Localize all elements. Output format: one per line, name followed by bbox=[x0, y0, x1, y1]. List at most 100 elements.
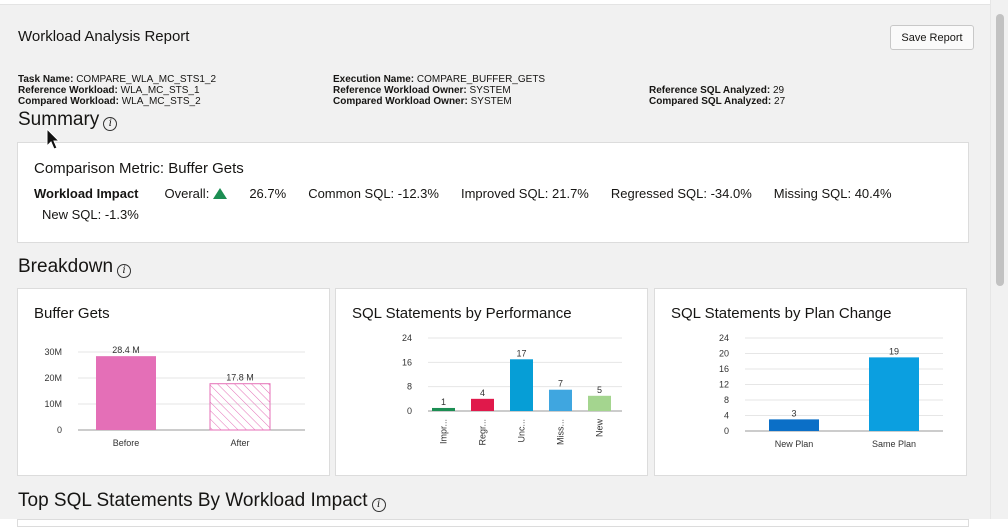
sql-meta-column: Reference SQL Analyzed: 29 Compared SQL … bbox=[649, 85, 785, 107]
x-tick-label: Before bbox=[113, 438, 140, 448]
execution-name-label: Execution Name: bbox=[333, 74, 415, 85]
reference-owner-label: Reference Workload Owner: bbox=[333, 85, 467, 96]
compared-workload-row: Compared Workload: WLA_MC_STS_2 bbox=[18, 96, 216, 107]
bar bbox=[549, 389, 572, 411]
top-sql-heading: Top SQL Statements By Workload Impact i bbox=[18, 490, 386, 512]
execution-meta-column: Execution Name: COMPARE_BUFFER_GETS Refe… bbox=[333, 74, 545, 107]
chart-title: SQL Statements by Performance bbox=[352, 305, 572, 322]
reference-owner-value: SYSTEM bbox=[469, 85, 511, 96]
mouse-cursor-icon bbox=[46, 128, 61, 150]
performance-card: SQL Statements by Performance 0 8 16 24 1 Imp… bbox=[335, 288, 648, 476]
summary-heading: Summary i bbox=[18, 109, 118, 131]
x-tick-label: Unc... bbox=[517, 419, 527, 443]
common-sql-impact: Common SQL: -12.3% bbox=[308, 186, 439, 201]
bar bbox=[432, 407, 455, 411]
y-tick-label: 8 bbox=[407, 382, 412, 392]
summary-card: Comparison Metric: Buffer Gets Workload … bbox=[17, 142, 969, 243]
compared-sql-value: 27 bbox=[774, 96, 786, 107]
workload-impact-label: Workload Impact bbox=[34, 186, 139, 201]
top-sql-title: Top SQL Statements By Workload Impact bbox=[18, 490, 368, 511]
task-name-value: COMPARE_WLA_MC_STS1_2 bbox=[76, 74, 217, 85]
compared-owner-row: Compared Workload Owner: SYSTEM bbox=[333, 96, 545, 107]
x-tick-label: New Plan bbox=[775, 439, 814, 449]
compared-workload-label: Compared Workload: bbox=[18, 96, 119, 107]
y-tick-label: 24 bbox=[402, 333, 412, 343]
overall-label: Overall: bbox=[164, 186, 210, 201]
bar bbox=[588, 395, 611, 411]
y-tick-label: 12 bbox=[719, 380, 729, 390]
breakdown-title: Breakdown bbox=[18, 256, 114, 277]
x-tick-label: Miss... bbox=[556, 419, 566, 445]
breakdown-heading: Breakdown i bbox=[18, 256, 132, 278]
x-tick-label: New bbox=[595, 419, 605, 438]
trend-up-icon bbox=[213, 188, 228, 199]
missing-sql-impact: Missing SQL: 40.4% bbox=[773, 186, 892, 201]
y-tick-label: 0 bbox=[724, 426, 729, 436]
y-tick-label: 10M bbox=[44, 399, 62, 409]
y-tick-label: 30M bbox=[44, 347, 62, 357]
data-label: 5 bbox=[597, 385, 602, 395]
reference-sql-value: 29 bbox=[772, 85, 785, 96]
chart-title: Buffer Gets bbox=[34, 305, 110, 322]
y-tick-label: 24 bbox=[719, 333, 729, 343]
compared-sql-label: Compared SQL Analyzed: bbox=[649, 96, 772, 107]
x-tick-label: Impr... bbox=[439, 419, 449, 444]
workload-impact-row: Workload Impact Overall: 26.7% Common SQL: … bbox=[34, 186, 914, 201]
compared-owner-value: SYSTEM bbox=[470, 96, 512, 107]
scrollbar-thumb[interactable] bbox=[996, 14, 1004, 286]
reference-workload-row: Reference Workload: WLA_MC_STS_1 bbox=[18, 85, 216, 96]
compared-owner-label: Compared Workload Owner: bbox=[333, 96, 468, 107]
y-tick-label: 4 bbox=[724, 411, 729, 421]
buffer-gets-card: Buffer Gets 0 10M 20M 30M 28.4 M Before 17.8 M… bbox=[17, 288, 330, 476]
chart-title: SQL Statements by Plan Change bbox=[671, 305, 892, 322]
data-label: 19 bbox=[889, 346, 899, 356]
data-label: 17.8 M bbox=[226, 373, 254, 383]
y-tick-label: 0 bbox=[57, 425, 62, 435]
bar bbox=[769, 419, 819, 431]
execution-name-value: COMPARE_BUFFER_GETS bbox=[416, 74, 546, 85]
y-tick-label: 16 bbox=[402, 357, 412, 367]
summary-title: Summary bbox=[18, 109, 100, 130]
y-tick-label: 20M bbox=[44, 373, 62, 383]
page-title: Workload Analysis Report bbox=[18, 28, 190, 45]
reference-sql-row: Reference SQL Analyzed: 29 bbox=[649, 85, 785, 96]
overall-value: 26.7% bbox=[249, 186, 287, 201]
data-label: 28.4 M bbox=[112, 345, 140, 355]
new-sql-impact: New SQL: -1.3% bbox=[42, 207, 139, 222]
plan-change-chart: 0 4 8 12 16 20 24 3 New Plan 19 Same Plan bbox=[719, 333, 943, 449]
plan-change-card: SQL Statements by Plan Change 0 4 8 12 16 20 2… bbox=[654, 288, 967, 476]
task-name-label: Task Name: bbox=[18, 74, 74, 85]
task-name-row: Task Name: COMPARE_WLA_MC_STS1_2 bbox=[18, 74, 216, 85]
y-tick-label: 20 bbox=[719, 349, 729, 359]
improved-sql-impact: Improved SQL: 21.7% bbox=[460, 186, 589, 201]
data-label: 1 bbox=[441, 397, 446, 407]
compared-sql-row: Compared SQL Analyzed: 27 bbox=[649, 96, 785, 107]
compared-workload-value: WLA_MC_STS_2 bbox=[121, 96, 201, 107]
info-icon[interactable]: i bbox=[371, 498, 386, 512]
data-label: 4 bbox=[480, 388, 485, 398]
x-tick-label: After bbox=[230, 438, 249, 448]
info-icon[interactable]: i bbox=[117, 264, 132, 278]
bar bbox=[471, 398, 494, 411]
info-icon[interactable]: i bbox=[103, 117, 118, 131]
reference-workload-label: Reference Workload: bbox=[18, 85, 118, 96]
comparison-metric-title: Comparison Metric: Buffer Gets bbox=[34, 160, 244, 177]
report-page: Workload Analysis Report Save Report Tas… bbox=[0, 4, 990, 527]
y-tick-label: 0 bbox=[407, 406, 412, 416]
data-label: 17 bbox=[516, 348, 526, 358]
overall-impact: Overall: 26.7% bbox=[165, 186, 287, 201]
execution-name-row: Execution Name: COMPARE_BUFFER_GETS bbox=[333, 74, 545, 85]
save-report-button[interactable]: Save Report bbox=[890, 25, 974, 50]
performance-chart: 0 8 16 24 1 Impr... 4 Regr... 17 Unc... 7 Miss... 5 N… bbox=[402, 333, 622, 446]
vertical-scrollbar[interactable] bbox=[990, 0, 1008, 519]
bar bbox=[510, 359, 533, 411]
bar bbox=[209, 383, 271, 431]
reference-owner-row: Reference Workload Owner: SYSTEM bbox=[333, 85, 545, 96]
buffer-gets-chart: 0 10M 20M 30M 28.4 M Before 17.8 M After bbox=[44, 345, 305, 448]
y-tick-label: 8 bbox=[724, 395, 729, 405]
x-tick-label: Regr... bbox=[478, 419, 488, 446]
y-tick-label: 16 bbox=[719, 364, 729, 374]
data-label: 3 bbox=[791, 408, 796, 418]
bar bbox=[869, 357, 919, 431]
top-sql-card bbox=[17, 519, 969, 527]
